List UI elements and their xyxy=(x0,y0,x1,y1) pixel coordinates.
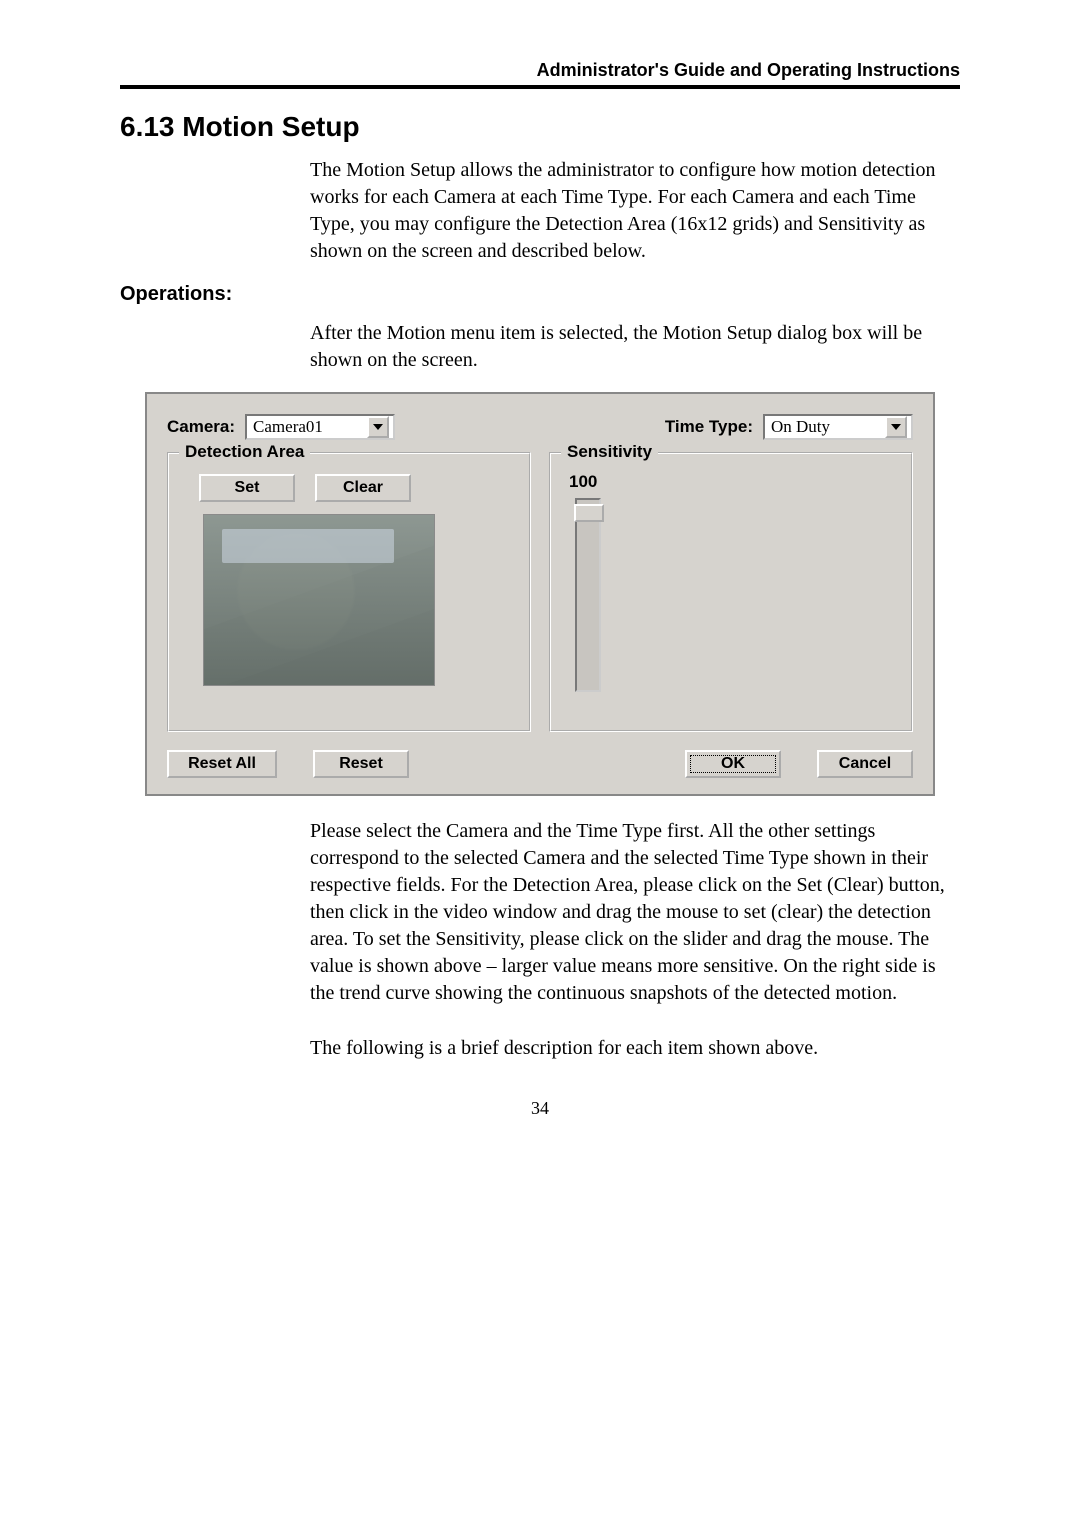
timetype-label: Time Type: xyxy=(665,417,753,437)
sensitivity-group: Sensitivity 100 xyxy=(549,452,913,732)
page-number: 34 xyxy=(120,1098,960,1119)
after-dialog-paragraph: Please select the Camera and the Time Ty… xyxy=(310,818,960,1007)
operations-heading: Operations: xyxy=(120,283,960,306)
set-button[interactable]: Set xyxy=(199,474,295,502)
sensitivity-slider[interactable] xyxy=(575,498,601,692)
header-divider xyxy=(120,85,960,89)
intro-paragraph: The Motion Setup allows the administrato… xyxy=(310,157,960,265)
camera-select[interactable]: Camera01 xyxy=(245,414,395,440)
operations-intro: After the Motion menu item is selected, … xyxy=(310,320,960,374)
slider-thumb[interactable] xyxy=(574,504,604,522)
section-title: 6.13 Motion Setup xyxy=(120,111,960,143)
video-preview[interactable] xyxy=(203,514,435,686)
ok-button[interactable]: OK xyxy=(685,750,781,778)
camera-select-value: Camera01 xyxy=(253,417,323,437)
chevron-down-icon[interactable] xyxy=(885,416,907,438)
reset-button[interactable]: Reset xyxy=(313,750,409,778)
timetype-select-value: On Duty xyxy=(771,417,830,437)
reset-all-button[interactable]: Reset All xyxy=(167,750,277,778)
running-header: Administrator's Guide and Operating Inst… xyxy=(120,60,960,81)
motion-setup-dialog: Camera: Camera01 Time Type: On Duty xyxy=(145,392,935,796)
cancel-button[interactable]: Cancel xyxy=(817,750,913,778)
chevron-down-icon[interactable] xyxy=(367,416,389,438)
timetype-select[interactable]: On Duty xyxy=(763,414,913,440)
camera-label: Camera: xyxy=(167,417,235,437)
sensitivity-value: 100 xyxy=(569,472,893,492)
detection-legend: Detection Area xyxy=(179,442,310,462)
sensitivity-legend: Sensitivity xyxy=(561,442,658,462)
detection-area-group: Detection Area Set Clear xyxy=(167,452,531,732)
clear-button[interactable]: Clear xyxy=(315,474,411,502)
closing-paragraph: The following is a brief description for… xyxy=(310,1035,960,1062)
